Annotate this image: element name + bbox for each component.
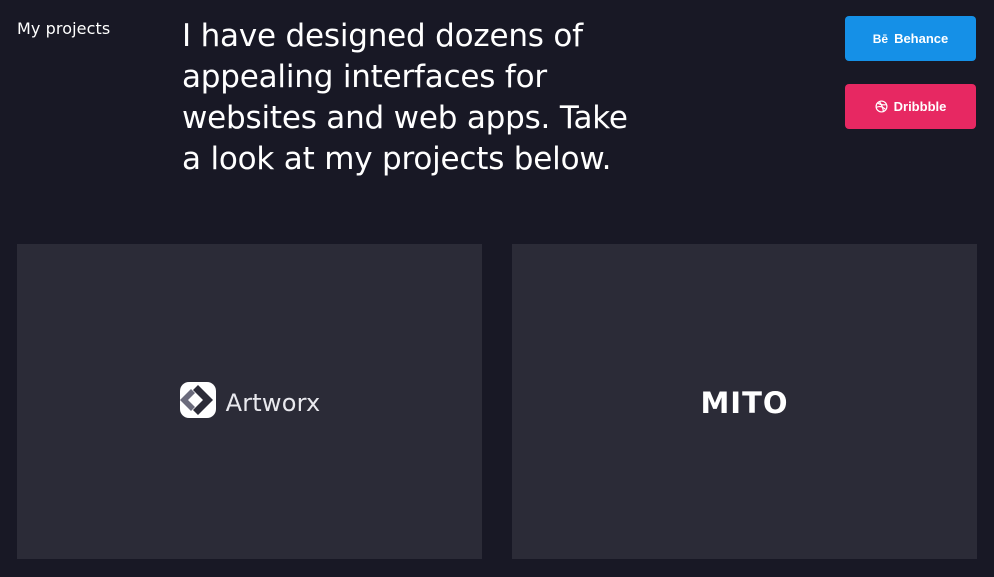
behance-icon: Bē: [872, 31, 889, 46]
artworx-name: Artworx: [225, 388, 321, 417]
project-card-mito[interactable]: MITO: [512, 244, 977, 559]
dribbble-icon: [875, 100, 888, 113]
project-card-artworx[interactable]: Artworx: [17, 244, 482, 559]
behance-button[interactable]: Bē Behance: [845, 16, 976, 61]
artworx-logo-icon: [179, 381, 217, 424]
artworx-logo: Artworx: [179, 381, 321, 424]
dribbble-button-label: Dribbble: [893, 99, 947, 114]
behance-button-label: Behance: [894, 31, 949, 46]
intro-text: I have designed dozens of appealing inte…: [182, 18, 628, 177]
mito-logo: MITO: [700, 385, 789, 420]
section-label: My projects: [17, 19, 111, 38]
dribbble-button[interactable]: Dribbble: [845, 84, 976, 129]
